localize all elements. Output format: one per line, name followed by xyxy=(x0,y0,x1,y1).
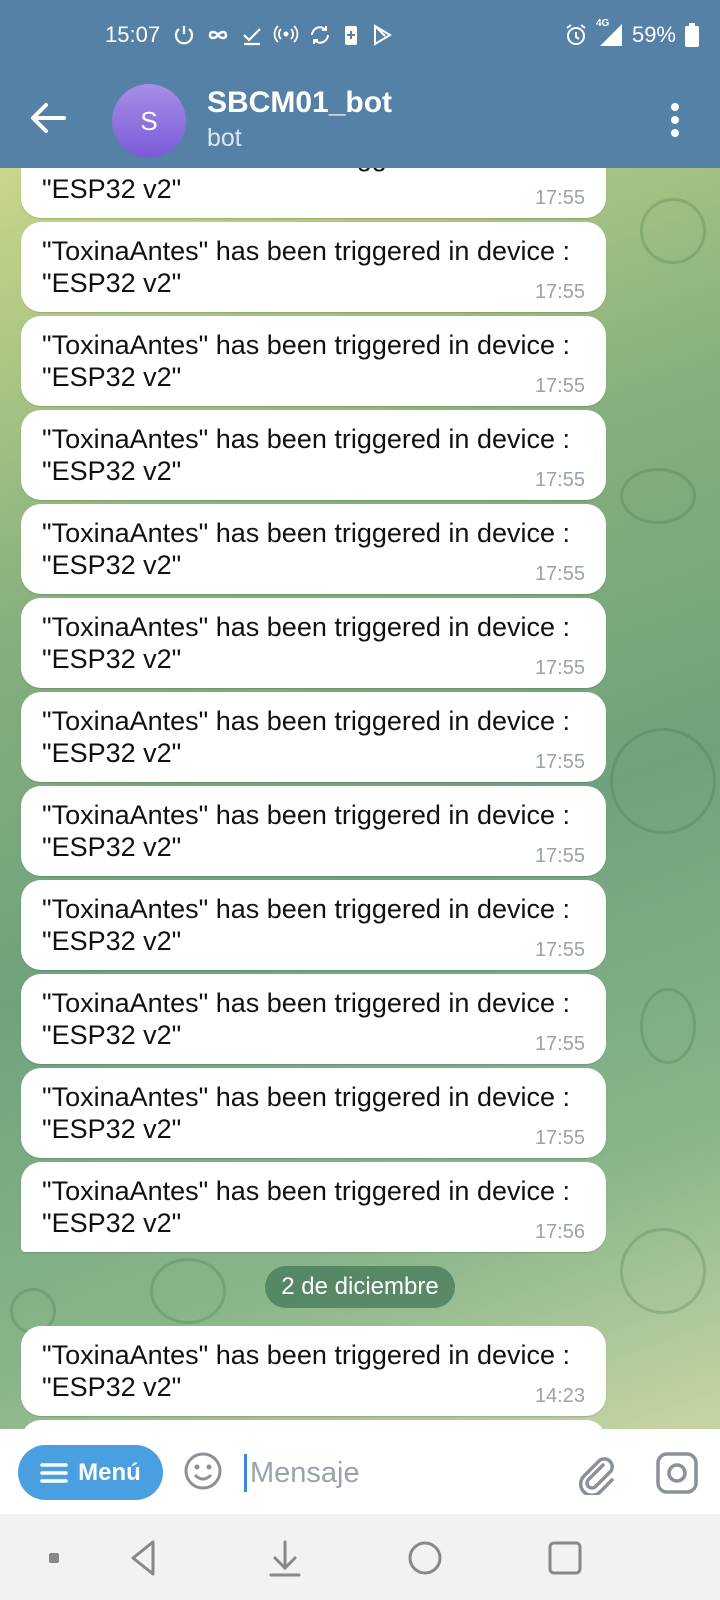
message-time: 17:55 xyxy=(534,375,585,397)
message-text: "ToxinaAntes" has been triggered in devi… xyxy=(42,894,570,956)
back-arrow-icon[interactable] xyxy=(26,96,70,140)
message-bubble[interactable]: "ToxinaAntes" has been triggered in devi… xyxy=(21,880,606,970)
hamburger-icon xyxy=(40,1462,68,1483)
message-time: 17:55 xyxy=(534,187,585,209)
message-bubble[interactable]: "ToxinaAntes" has been triggered in devi… xyxy=(21,222,606,312)
chat-area[interactable]: "ToxinaAntes" has been triggered in devi… xyxy=(0,168,720,1429)
message-time: 14:23 xyxy=(534,1385,585,1407)
background-doodle xyxy=(620,468,696,524)
battery-saver-icon xyxy=(345,26,357,45)
message-text: "ToxinaAntes" has been triggered in devi… xyxy=(42,236,570,298)
infinity-icon xyxy=(208,30,228,40)
message-bubble[interactable]: "ToxinaAntes" has been triggered in devi… xyxy=(21,168,606,218)
back-nav-icon[interactable] xyxy=(125,1538,165,1578)
message-time: 17:55 xyxy=(534,1127,585,1149)
message-time: 17:55 xyxy=(534,563,585,585)
more-vertical-icon[interactable] xyxy=(670,100,680,140)
message-bubble-partial[interactable] xyxy=(21,1420,606,1429)
date-separator: 2 de diciembre xyxy=(265,1266,455,1308)
message-text: "ToxinaAntes" has been triggered in devi… xyxy=(42,1340,570,1402)
download-check-icon xyxy=(243,28,261,46)
message-bubble[interactable]: "ToxinaAntes" has been triggered in devi… xyxy=(21,504,606,594)
message-time: 17:55 xyxy=(534,751,585,773)
message-text: "ToxinaAntes" has been triggered in devi… xyxy=(42,168,570,204)
message-text: "ToxinaAntes" has been triggered in devi… xyxy=(42,1176,570,1238)
message-time: 17:55 xyxy=(534,939,585,961)
status-left-icons xyxy=(172,20,394,50)
recents-nav-icon[interactable] xyxy=(545,1538,585,1578)
message-time: 17:55 xyxy=(534,845,585,867)
message-bubble[interactable]: "ToxinaAntes" has been triggered in devi… xyxy=(21,598,606,688)
message-bubble[interactable]: "ToxinaAntes" has been triggered in devi… xyxy=(21,786,606,876)
network-type: 4G xyxy=(595,18,610,29)
message-text: "ToxinaAntes" has been triggered in devi… xyxy=(42,1082,570,1144)
hotspot-icon xyxy=(273,25,299,43)
message-bubble[interactable]: "ToxinaAntes" has been triggered in devi… xyxy=(21,316,606,406)
hide-keyboard-icon[interactable] xyxy=(265,1538,305,1578)
message-text: "ToxinaAntes" has been triggered in devi… xyxy=(42,988,570,1050)
camera-icon[interactable] xyxy=(655,1451,699,1495)
message-bubble[interactable]: "ToxinaAntes" has been triggered in devi… xyxy=(21,1326,606,1416)
signal-icon: 4G xyxy=(596,18,624,48)
chat-subtitle: bot xyxy=(207,124,242,152)
message-time: 17:56 xyxy=(534,1221,585,1243)
home-nav-icon[interactable] xyxy=(405,1538,445,1578)
message-text: "ToxinaAntes" has been triggered in devi… xyxy=(42,330,570,392)
bot-menu-button[interactable]: Menú xyxy=(18,1445,163,1500)
avatar[interactable]: S xyxy=(112,84,186,158)
message-time: 17:55 xyxy=(534,469,585,491)
app-bar: S SBCM01_bot bot xyxy=(0,78,720,160)
status-right: 4G 59% xyxy=(564,18,700,50)
message-text: "ToxinaAntes" has been triggered in devi… xyxy=(42,518,570,580)
status-bar: 15:07 4G 59% xyxy=(0,18,720,52)
menu-label: Menú xyxy=(78,1458,141,1486)
background-doodle xyxy=(640,988,696,1064)
message-bubble[interactable]: "ToxinaAntes" has been triggered in devi… xyxy=(21,1068,606,1158)
system-nav-bar xyxy=(0,1514,720,1600)
chat-title[interactable]: SBCM01_bot xyxy=(207,86,392,120)
emoji-icon[interactable] xyxy=(183,1451,223,1491)
message-bubble[interactable]: "ToxinaAntes" has been triggered in devi… xyxy=(21,1162,606,1252)
nav-dot-icon xyxy=(49,1553,59,1563)
avatar-letter: S xyxy=(140,105,158,136)
message-time: 17:55 xyxy=(534,1033,585,1055)
text-cursor xyxy=(244,1454,247,1492)
message-text: "ToxinaAntes" has been triggered in devi… xyxy=(42,424,570,486)
message-bubble[interactable]: "ToxinaAntes" has been triggered in devi… xyxy=(21,974,606,1064)
background-doodle xyxy=(620,1228,706,1314)
battery-percent: 59% xyxy=(631,22,676,47)
message-time: 17:55 xyxy=(534,657,585,679)
background-doodle xyxy=(150,1258,226,1324)
play-store-icon xyxy=(374,24,392,46)
message-text: "ToxinaAntes" has been triggered in devi… xyxy=(42,612,570,674)
message-input[interactable] xyxy=(248,1447,552,1499)
message-text: "ToxinaAntes" has been triggered in devi… xyxy=(42,800,570,862)
message-bubble[interactable]: "ToxinaAntes" has been triggered in devi… xyxy=(21,692,606,782)
message-text: "ToxinaAntes" has been triggered in devi… xyxy=(42,706,570,768)
background-doodle xyxy=(640,198,706,264)
alarm-icon xyxy=(566,24,586,45)
message-input-bar: Menú xyxy=(0,1429,720,1514)
chat-header: 15:07 4G 59% S SBCM01_bot bot xyxy=(0,0,720,168)
sync-icon xyxy=(311,26,329,44)
paperclip-icon[interactable] xyxy=(573,1451,617,1495)
background-doodle xyxy=(610,728,716,834)
battery-icon xyxy=(685,23,699,47)
message-bubble[interactable]: "ToxinaAntes" has been triggered in devi… xyxy=(21,410,606,500)
status-time: 15:07 xyxy=(105,22,161,47)
power-icon xyxy=(174,26,194,45)
message-time: 17:55 xyxy=(534,281,585,303)
